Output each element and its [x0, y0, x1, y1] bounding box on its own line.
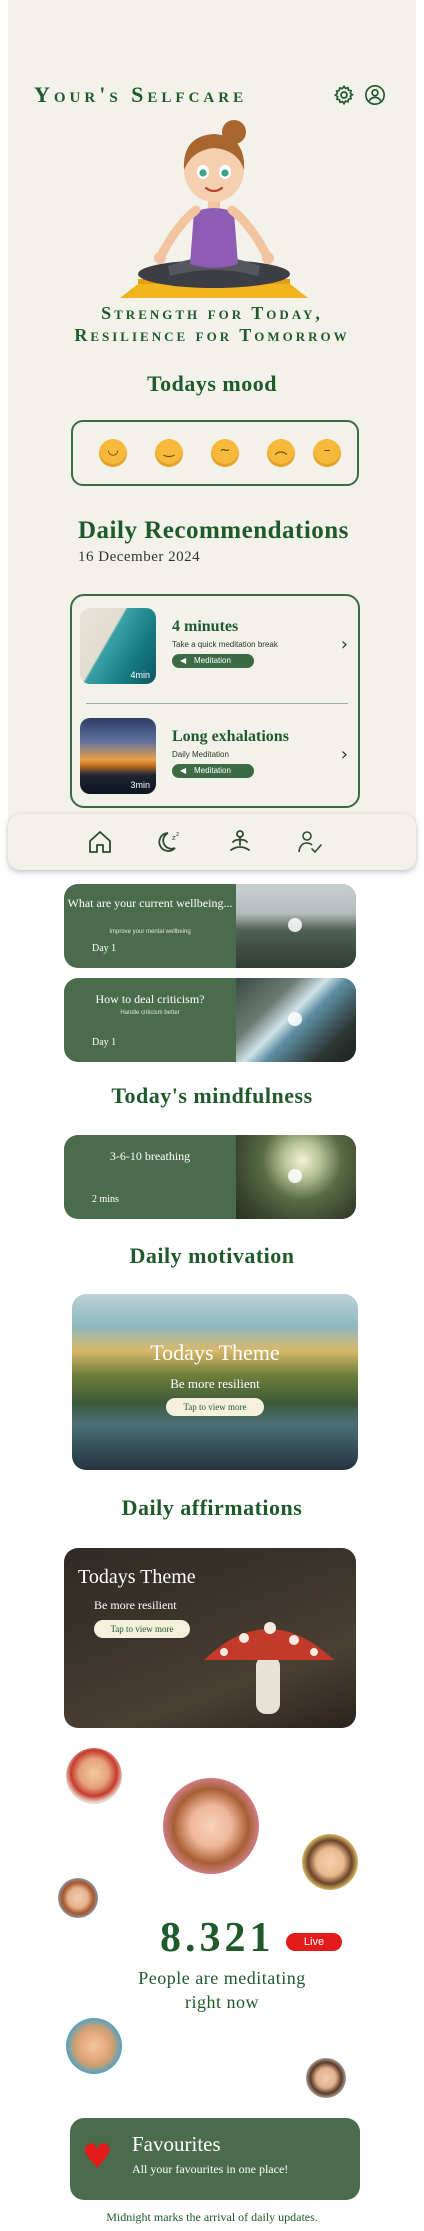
mindfulness-duration: 2 mins: [92, 1194, 119, 1205]
recommendation-item[interactable]: 3min Long exhalations Daily Meditation ◀…: [80, 718, 352, 794]
recommendations-date: 16 December 2024: [78, 549, 201, 565]
recommendation-subtitle: Daily Meditation: [172, 750, 229, 759]
affirmation-card-subtitle: Be more resilient: [94, 1598, 177, 1612]
yoga-girl-illustration: [120, 120, 308, 298]
meditation-tag: ◀ Meditation: [172, 654, 254, 668]
home-icon[interactable]: [86, 828, 114, 856]
favourites-title: Favourites: [132, 2132, 221, 2156]
tagline-line-1: Strength for Today,: [101, 303, 323, 323]
meditation-icon[interactable]: [226, 828, 254, 856]
meditating-count: 8.321: [160, 1915, 275, 1961]
mindfulness-item-title: 3-6-10 breathing: [109, 1149, 191, 1163]
recommendation-name: Long exhalations: [172, 728, 289, 745]
avatar: [302, 1834, 358, 1890]
footer-note: Midnight marks the arrival of daily upda…: [106, 2210, 318, 2224]
settings-gear-icon[interactable]: [333, 84, 355, 106]
recommendation-subtitle: Take a quick meditation break: [172, 640, 278, 649]
smiling-face-icon[interactable]: ‿: [155, 439, 183, 467]
recommendation-name: 4 minutes: [172, 618, 239, 635]
forest-fog-image: [236, 884, 356, 968]
avatar: [58, 1878, 98, 1918]
sleep-moon-icon[interactable]: z z: [156, 828, 184, 856]
chevron-right-icon[interactable]: ›: [341, 744, 348, 765]
live-badge: Live: [286, 1933, 342, 1951]
view-more-button[interactable]: Tap to view more: [94, 1620, 190, 1638]
motivation-card-title: Todays Theme: [150, 1340, 280, 1365]
program-title: How to deal criticism?: [95, 992, 205, 1006]
program-day: Day 1: [92, 943, 117, 954]
program-title: What are your current wellbeing...: [67, 896, 233, 910]
mood-title: Todays mood: [146, 371, 277, 396]
favourites-card[interactable]: ♥ Favourites All your favourites in one …: [70, 2118, 360, 2200]
tree-sunlight-image: [236, 1135, 356, 1219]
chevron-right-icon[interactable]: ›: [341, 634, 348, 655]
avatar: [163, 1778, 259, 1874]
recommendation-duration: 3min: [130, 780, 150, 790]
mushroom-image: [204, 1622, 334, 1714]
mindfulness-card[interactable]: 3-6-10 breathing 2 mins: [64, 1135, 356, 1219]
worried-face-icon[interactable]: ~: [211, 439, 239, 467]
play-icon[interactable]: [288, 1169, 302, 1183]
beach-thumbnail: 4min: [80, 608, 156, 684]
daily-affirmations-card[interactable]: Todays Theme Be more resilient Tap to vi…: [64, 1548, 356, 1728]
recommendations-list: 4min 4 minutes Take a quick meditation b…: [70, 594, 360, 808]
meditating-text-line-1: People are meditating: [138, 1968, 306, 1988]
heart-icon: ♥: [82, 2137, 113, 2177]
meditation-tag: ◀ Meditation: [172, 764, 254, 778]
program-card[interactable]: How to deal criticism? Handle criticism …: [64, 978, 356, 1062]
sad-face-icon[interactable]: ︵: [267, 439, 295, 467]
profile-check-icon[interactable]: [296, 828, 324, 856]
app-title: Your's Selfcare: [34, 82, 248, 107]
speaker-icon: ◀: [180, 656, 187, 665]
affirmation-card-title: Todays Theme: [78, 1566, 196, 1588]
tagline-line-2: Resilience for Tomorrow: [74, 325, 350, 345]
program-subtitle: Handle criticism better: [120, 1010, 180, 1016]
affirmations-title: Daily affirmations: [121, 1495, 303, 1520]
sunset-lake-thumbnail: 3min: [80, 718, 156, 794]
svg-text:z: z: [176, 831, 179, 838]
play-icon[interactable]: [288, 1012, 302, 1026]
avatar: [306, 2058, 346, 2098]
mindfulness-title: Today's mindfulness: [111, 1083, 313, 1108]
play-icon[interactable]: [288, 918, 302, 932]
divider: [86, 703, 348, 704]
mood-selector: ◡ ‿ ~ ︵ –: [71, 420, 359, 486]
river-rocks-image: [236, 978, 356, 1062]
pensive-face-icon[interactable]: –: [313, 439, 341, 467]
favourites-subtitle: All your favourites in one place!: [132, 2162, 289, 2176]
program-card[interactable]: What are your current wellbeing... Impro…: [64, 884, 356, 968]
program-day: Day 1: [92, 1037, 117, 1048]
daily-motivation-card[interactable]: Todays Theme Be more resilient Tap to vi…: [72, 1294, 358, 1470]
meditating-text-line-2: right now: [185, 1992, 259, 2012]
bottom-navigation: z z: [8, 814, 416, 870]
avatar: [66, 1748, 122, 1804]
view-more-button[interactable]: Tap to view more: [166, 1398, 264, 1416]
recommendation-duration: 4min: [130, 670, 150, 680]
recommendation-item[interactable]: 4min 4 minutes Take a quick meditation b…: [80, 608, 352, 684]
grinning-face-icon[interactable]: ◡: [99, 439, 127, 467]
user-profile-icon[interactable]: [364, 84, 386, 106]
program-subtitle: Improve your mental wellbeing: [109, 929, 191, 935]
recommendations-title: Daily Recommendations: [78, 517, 349, 544]
speaker-icon: ◀: [180, 766, 187, 775]
motivation-card-subtitle: Be more resilient: [170, 1376, 260, 1391]
motivation-title: Daily motivation: [129, 1243, 295, 1268]
avatar: [66, 2018, 122, 2074]
